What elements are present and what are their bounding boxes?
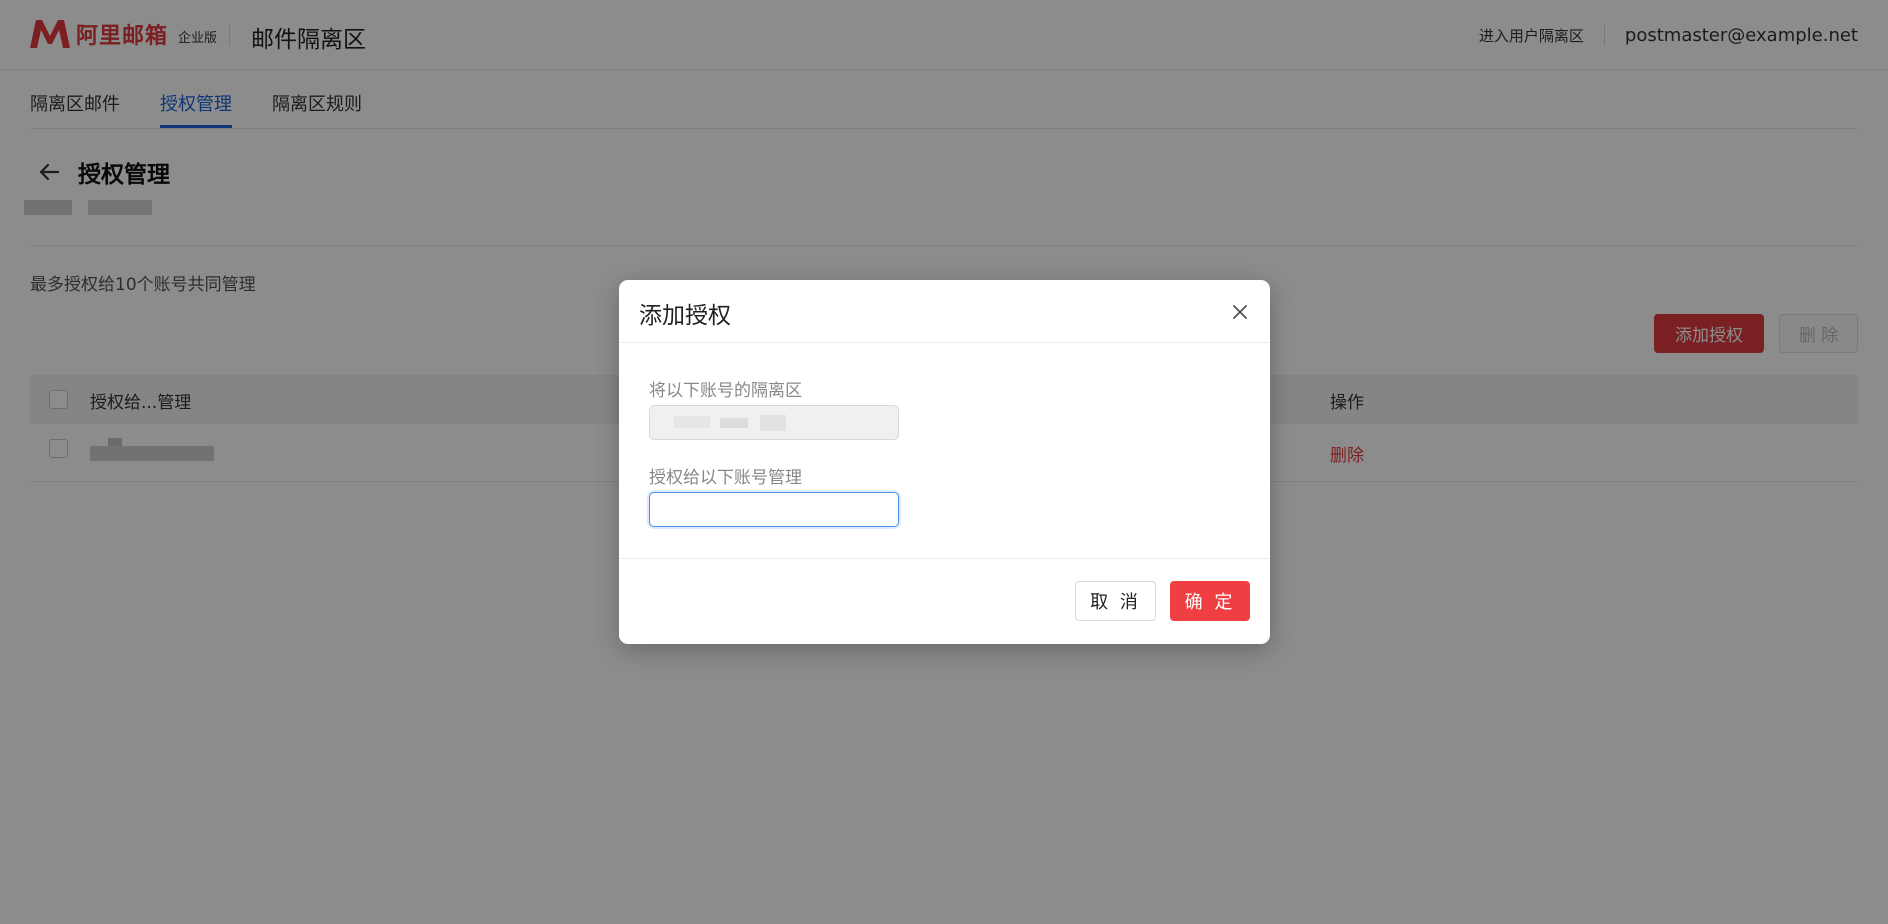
source-account-label: 将以下账号的隔离区 xyxy=(649,381,802,401)
close-icon[interactable] xyxy=(1228,300,1252,324)
confirm-button[interactable]: 确 定 xyxy=(1170,581,1250,621)
redacted-value xyxy=(720,418,748,428)
target-account-label: 授权给以下账号管理 xyxy=(649,468,802,488)
cancel-button[interactable]: 取 消 xyxy=(1075,581,1156,621)
redacted-value xyxy=(760,415,786,431)
source-account-field xyxy=(649,405,899,440)
target-account-input[interactable] xyxy=(649,492,899,527)
dialog-title: 添加授权 xyxy=(639,303,731,329)
dialog-footer-divider xyxy=(619,558,1270,559)
dialog-header-divider xyxy=(619,342,1270,343)
redacted-value xyxy=(674,416,710,428)
add-authorization-dialog: 添加授权 将以下账号的隔离区 授权给以下账号管理 取 消 确 定 xyxy=(619,280,1270,644)
